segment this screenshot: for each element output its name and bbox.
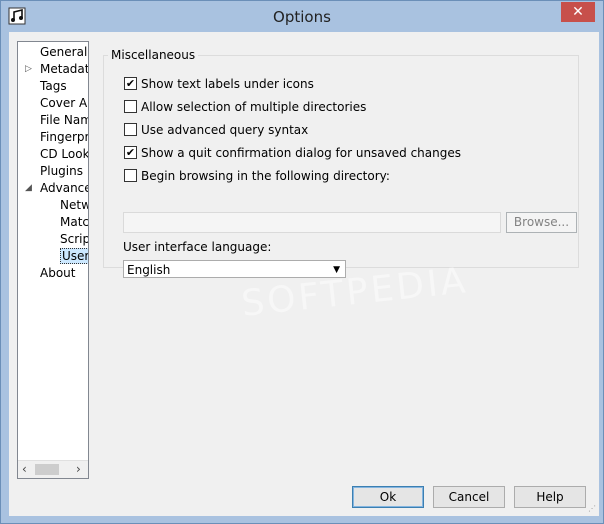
browse-button[interactable]: Browse...: [506, 212, 577, 233]
show-text-labels-checkbox[interactable]: ✔: [124, 77, 137, 90]
begin-browsing-directory-checkbox[interactable]: [124, 169, 137, 182]
options-tree[interactable]: General ▷ Metadata Tags Cover Art File Naming…: [17, 41, 89, 479]
language-label: User interface language:: [123, 240, 272, 254]
tree-item-label: About: [40, 266, 76, 280]
language-value: English: [127, 263, 171, 277]
tree-item-label: Cover Art: [40, 96, 88, 110]
dialog-body: General ▷ Metadata Tags Cover Art File Naming…: [9, 32, 599, 516]
begin-browsing-directory-label: Begin browsing in the following director…: [141, 169, 390, 183]
cancel-button[interactable]: Cancel: [433, 486, 505, 508]
tree-item-label: Network: [60, 198, 88, 212]
tree-item-file-naming[interactable]: File Naming: [40, 112, 88, 129]
tree-item-label: General: [40, 45, 88, 59]
tree-item-user-interface[interactable]: User Interface: [60, 248, 88, 265]
tree-item-matching[interactable]: Matching: [60, 214, 89, 231]
tree-item-cover-art[interactable]: Cover Art: [40, 95, 88, 112]
options-page-user-interface: ✔ Show text labels under icons Allow selec…: [94, 41, 592, 477]
tree-item-about[interactable]: About: [40, 265, 75, 282]
tree-item-metadata[interactable]: ▷ Metadata: [25, 61, 88, 78]
tree-item-fingerprinting[interactable]: Fingerprinting: [40, 129, 89, 146]
close-icon: ✕: [572, 4, 584, 20]
tree-item-label: File Naming: [40, 113, 88, 127]
allow-multiple-directories-checkbox[interactable]: [124, 100, 137, 113]
tree-item-label: Tags: [40, 79, 67, 93]
tree-item-tags[interactable]: Tags: [40, 78, 67, 95]
help-button[interactable]: Help: [514, 486, 586, 508]
window-title: Options: [273, 8, 331, 26]
quit-confirmation-checkbox[interactable]: ✔: [124, 146, 137, 159]
expand-arrow-icon[interactable]: ▷: [25, 65, 33, 74]
advanced-query-syntax-label: Use advanced query syntax: [141, 123, 309, 137]
show-text-labels-label: Show text labels under icons: [141, 77, 314, 91]
tree-item-cd-lookup[interactable]: CD Lookup: [40, 146, 89, 163]
tree-item-label: Metadata: [40, 62, 88, 76]
tree-item-label: Advanced: [40, 181, 88, 195]
checkmark-icon: ✔: [125, 146, 136, 159]
tree-item-general[interactable]: General: [40, 44, 87, 61]
tree-item-scripting[interactable]: Scripting: [60, 231, 88, 248]
advanced-query-syntax-checkbox[interactable]: [124, 123, 137, 136]
tree-item-label: Matching: [60, 215, 89, 229]
tree-item-label: CD Lookup: [40, 147, 89, 161]
tree-horizontal-scrollbar[interactable]: ‹ ›: [18, 460, 88, 478]
scroll-thumb[interactable]: [35, 464, 59, 475]
scroll-right-icon[interactable]: ›: [76, 463, 81, 476]
scroll-left-icon[interactable]: ‹: [22, 463, 27, 476]
checkmark-icon: ✔: [125, 77, 136, 90]
tree-item-advanced[interactable]: ◢ Advanced: [25, 180, 88, 197]
miscellaneous-group: ✔ Show text labels under icons Allow selec…: [103, 55, 579, 278]
tree-item-network[interactable]: Network: [60, 197, 88, 214]
title-bar: Options ✕: [1, 1, 603, 32]
collapse-arrow-icon[interactable]: ◢: [25, 184, 33, 193]
ok-button[interactable]: Ok: [352, 486, 424, 508]
quit-confirmation-label: Show a quit confirmation dialog for unsa…: [141, 146, 461, 160]
tree-item-label: User Interface: [60, 248, 88, 264]
browse-directory-input[interactable]: [123, 212, 501, 233]
tree-item-label: Plugins: [40, 164, 83, 178]
tree-item-label: Scripting: [60, 232, 88, 246]
options-window: Options ✕ General ▷ Metadata Tags Cover Art F…: [0, 0, 604, 524]
resize-grip-icon[interactable]: ⋰: [588, 505, 598, 515]
close-button[interactable]: ✕: [561, 2, 595, 22]
allow-multiple-directories-label: Allow selection of multiple directories: [141, 100, 367, 114]
tree-item-label: Fingerprinting: [40, 130, 89, 144]
miscellaneous-title: Miscellaneous: [108, 48, 199, 62]
tree-item-plugins[interactable]: Plugins: [40, 163, 83, 180]
